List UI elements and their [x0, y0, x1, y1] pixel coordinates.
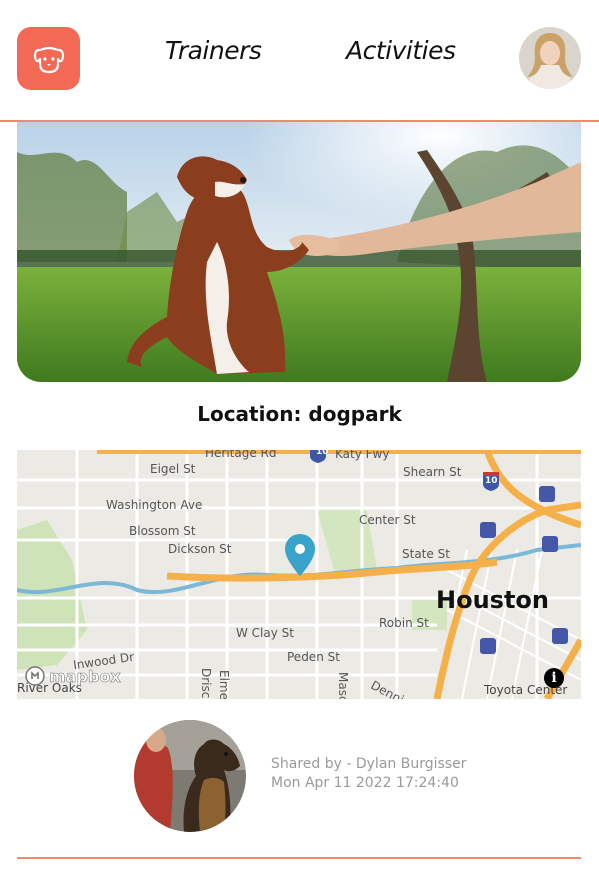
mapbox-attribution: mapbox: [49, 666, 121, 686]
logo-button[interactable]: [17, 27, 80, 90]
post-photo: [17, 122, 581, 382]
map-street-label: Katy Fwy: [335, 450, 390, 461]
nav-activities-link[interactable]: Activities: [346, 36, 456, 65]
shared-by-text: Shared by - Dylan Burgisser: [271, 756, 467, 772]
map-city-label: Houston: [436, 586, 549, 614]
map-street-label: Washington Ave: [106, 498, 203, 512]
post-location: Location: dogpark: [197, 402, 402, 426]
map-street-label: W Clay St: [236, 626, 294, 640]
map-street-label: Mason: [336, 672, 350, 699]
map-street-label: Robin St: [379, 616, 429, 630]
map-street-label: Heritage Rd: [205, 450, 277, 460]
highway-shield-label: 10: [485, 476, 498, 486]
map-street-label: Dickson St: [168, 542, 232, 556]
map-street-label: Blossom St: [129, 524, 196, 538]
map-street-label: Shearn St: [403, 465, 462, 479]
map-street-label: Peden St: [287, 650, 340, 664]
highway-shield-label: 10: [316, 450, 329, 457]
user-avatar[interactable]: [519, 27, 581, 89]
info-icon[interactable]: i: [544, 668, 564, 688]
location-map[interactable]: Eigel St Washington Ave Blossom St Dicks…: [17, 450, 581, 699]
footer-divider: [17, 857, 581, 859]
map-street-label: Center St: [359, 513, 416, 527]
map-street-label: Eigel St: [150, 462, 196, 476]
map-pin-icon[interactable]: [283, 532, 317, 578]
map-street-label: Elmen: [217, 670, 231, 699]
sharer-avatar[interactable]: [134, 720, 246, 832]
nav-trainers-link[interactable]: Trainers: [165, 36, 262, 65]
map-street-label: State St: [402, 547, 450, 561]
dog-face-icon: [33, 46, 64, 73]
post-timestamp: Mon Apr 11 2022 17:24:40: [271, 775, 459, 791]
mapbox-logo[interactable]: mapbox: [25, 666, 121, 686]
map-street-label: Driscoll: [199, 668, 213, 699]
